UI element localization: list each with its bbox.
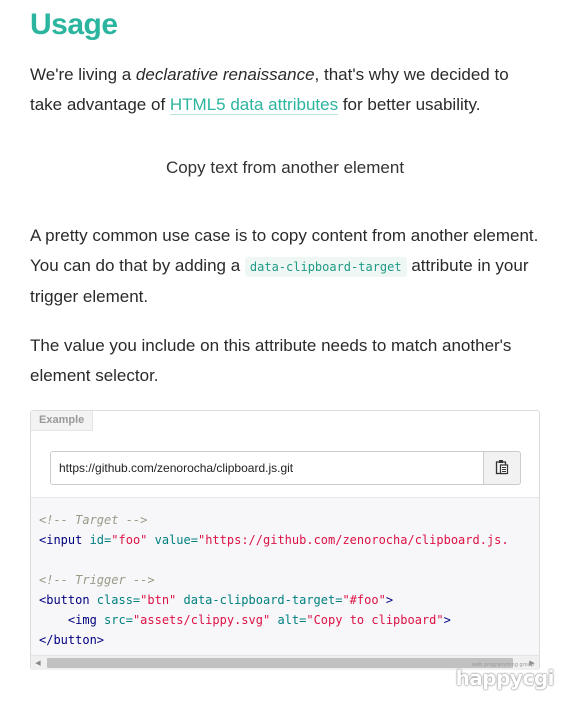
code-token: "assets/clippy.svg"	[132, 613, 271, 627]
code-token: alt=	[270, 613, 307, 627]
code-snippet: <!-- Target --> <input id="foo" value="h…	[31, 497, 539, 670]
repo-url-input[interactable]	[51, 452, 483, 484]
page-title: Usage	[30, 8, 118, 41]
intro-text-3: for better usability.	[338, 95, 481, 114]
scrollbar-thumb[interactable]	[47, 658, 513, 668]
code-token: value=	[147, 533, 198, 547]
intro-text-1: We're living a	[30, 65, 136, 84]
code-token: <button	[39, 593, 97, 607]
code-token: >	[385, 593, 394, 607]
code-token: "#foo"	[342, 593, 386, 607]
code-token: "https://github.com/zenorocha/clipboard.…	[197, 533, 509, 547]
clipboard-icon	[495, 459, 509, 478]
code-line-button-close: </button>	[39, 633, 105, 647]
example-input-group	[50, 451, 521, 485]
code-token: "btn"	[140, 593, 177, 607]
copy-to-clipboard-button[interactable]	[483, 452, 520, 484]
code-token: <img	[39, 613, 105, 627]
selector-paragraph: The value you include on this attribute …	[30, 336, 512, 385]
code-token: >	[443, 613, 451, 627]
code-token: "foo"	[111, 533, 148, 547]
code-token: class=	[96, 593, 141, 607]
code-token: "Copy to clipboard"	[306, 613, 444, 627]
example-box: Example <!-- Target --> <input id="foo" …	[30, 410, 540, 670]
code-token: src=	[104, 613, 133, 627]
section-caption: Copy text from another element	[165, 158, 405, 177]
code-token: data-clipboard-target=	[176, 593, 343, 607]
code-token: <input	[39, 533, 90, 547]
code-line-target-comment: <!-- Target -->	[39, 513, 148, 527]
watermark-logo: happycgi	[455, 666, 555, 690]
intro-emphasis: declarative renaissance	[135, 65, 315, 84]
code-token: id=	[89, 533, 112, 547]
code-block: <!-- Target --> <input id="foo" value="h…	[31, 498, 539, 650]
example-label: Example	[31, 411, 94, 431]
scroll-left-arrow-icon[interactable]: ◀	[31, 656, 45, 670]
target-paragraph: A pretty common use case is to copy cont…	[30, 221, 540, 312]
code-line-trigger-comment: <!-- Trigger -->	[39, 573, 155, 587]
intro-paragraph: We're living a declarative renaissance, …	[30, 60, 540, 120]
inline-code-data-clipboard-target: data-clipboard-target	[244, 257, 407, 277]
html5-data-attributes-link[interactable]: HTML5 data attributes	[169, 95, 339, 115]
